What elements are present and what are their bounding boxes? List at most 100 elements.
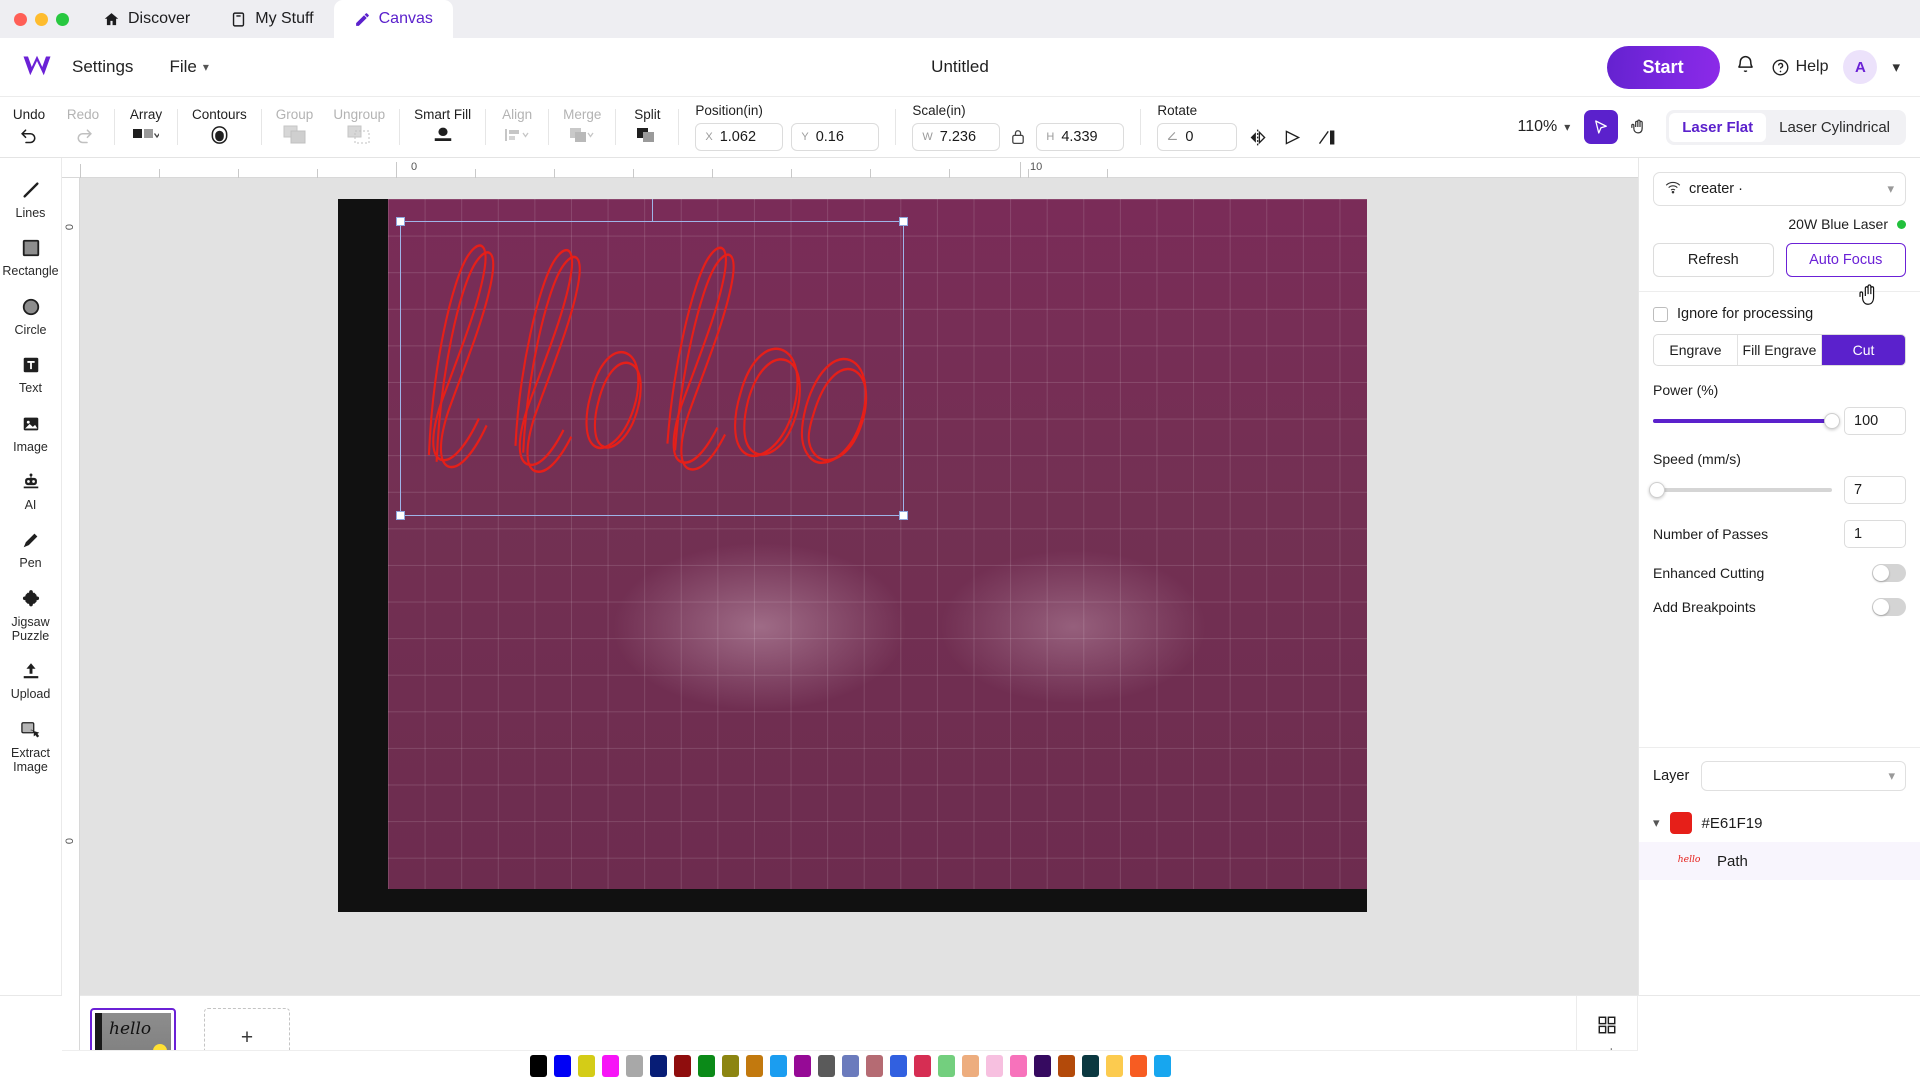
color-swatch[interactable] <box>913 1054 931 1077</box>
power-slider[interactable] <box>1653 413 1840 429</box>
flip-vertical-icon[interactable] <box>1279 124 1305 150</box>
close-window-button[interactable] <box>14 13 27 26</box>
color-swatch[interactable] <box>961 1054 979 1077</box>
tool-upload[interactable]: Upload <box>0 653 62 709</box>
flip-horizontal-icon[interactable] <box>1245 124 1271 150</box>
tool-ai[interactable]: AI <box>0 464 62 520</box>
tab-discover[interactable]: Discover <box>83 0 210 38</box>
notification-bell-icon[interactable] <box>1735 54 1756 80</box>
minimize-window-button[interactable] <box>35 13 48 26</box>
color-swatch[interactable] <box>985 1054 1003 1077</box>
lock-icon[interactable] <box>1008 128 1028 146</box>
ignore-processing-checkbox[interactable] <box>1653 306 1668 322</box>
color-swatch[interactable] <box>745 1054 763 1077</box>
layer-color-group[interactable]: ▾ #E61F19 <box>1639 804 1920 842</box>
tab-my-stuff[interactable]: My Stuff <box>210 0 333 38</box>
auto-focus-button[interactable]: Auto Focus <box>1785 243 1906 277</box>
tab-laser-cylindrical[interactable]: Laser Cylindrical <box>1766 113 1903 142</box>
color-swatch[interactable] <box>865 1054 883 1077</box>
artwork-hello-path[interactable] <box>402 227 902 512</box>
layer-color-swatch[interactable] <box>1669 812 1692 834</box>
mode-cut[interactable]: Cut <box>1822 335 1905 365</box>
color-swatch[interactable] <box>577 1054 595 1077</box>
pencil-icon <box>354 11 371 28</box>
color-swatch[interactable] <box>841 1054 859 1077</box>
layer-expand-chevron-down-icon[interactable]: ▾ <box>1653 815 1660 831</box>
toolbar-split[interactable]: Split <box>620 97 674 157</box>
color-swatch[interactable] <box>793 1054 811 1077</box>
color-swatch[interactable] <box>721 1054 739 1077</box>
color-swatch[interactable] <box>625 1054 643 1077</box>
mode-engrave[interactable]: Engrave <box>1654 335 1738 365</box>
color-swatch[interactable] <box>1105 1054 1123 1077</box>
passes-input[interactable]: 1 <box>1844 520 1906 548</box>
machine-name: creater · <box>1689 181 1743 197</box>
toolbar-undo[interactable]: Undo <box>2 97 56 157</box>
rotate-input[interactable]: 0 <box>1157 123 1238 151</box>
mode-fill-engrave[interactable]: Fill Engrave <box>1738 335 1822 365</box>
speed-input[interactable]: 7 <box>1844 476 1906 504</box>
position-y-input[interactable]: Y 0.16 <box>791 123 880 151</box>
toolbar-smart-fill[interactable]: Smart Fill <box>404 97 481 157</box>
tab-canvas[interactable]: Canvas <box>333 0 453 38</box>
speed-slider[interactable] <box>1648 482 1832 498</box>
tool-pen[interactable]: Pen <box>0 522 62 578</box>
menu-settings[interactable]: Settings <box>54 57 151 77</box>
color-palette[interactable] <box>62 1050 1638 1080</box>
refresh-button[interactable]: Refresh <box>1653 243 1774 277</box>
tool-jigsaw-puzzle[interactable]: Jigsaw Puzzle <box>0 581 62 652</box>
tool-lines[interactable]: Lines <box>0 172 62 228</box>
toolbar-array[interactable]: Array <box>119 97 173 157</box>
color-swatch[interactable] <box>1009 1054 1027 1077</box>
ignore-processing-row[interactable]: Ignore for processing <box>1639 292 1920 322</box>
color-swatch[interactable] <box>601 1054 619 1077</box>
tool-image[interactable]: Image <box>0 406 62 462</box>
color-swatch[interactable] <box>937 1054 955 1077</box>
tool-extract-image[interactable]: Extract Image <box>0 712 62 783</box>
canvas-stage[interactable] <box>80 178 1638 1080</box>
vertical-ruler[interactable]: 0 0 <box>62 178 80 1080</box>
toolbar-contours[interactable]: Contours <box>182 97 257 157</box>
scale-height-input[interactable]: H 4.339 <box>1036 123 1125 151</box>
add-breakpoints-toggle[interactable] <box>1872 598 1906 616</box>
color-swatch[interactable] <box>1153 1054 1171 1077</box>
user-avatar[interactable]: A <box>1843 50 1878 84</box>
help-button[interactable]: Help <box>1771 58 1828 77</box>
color-swatch[interactable] <box>649 1054 667 1077</box>
color-swatch[interactable] <box>673 1054 691 1077</box>
machine-selector[interactable]: creater · ▾ <box>1653 172 1906 206</box>
menu-file[interactable]: File ▾ <box>151 57 226 77</box>
wecreat-logo-icon[interactable] <box>20 50 54 84</box>
color-swatch[interactable] <box>1033 1054 1051 1077</box>
layer-object-path[interactable]: hello Path <box>1639 842 1920 880</box>
zoom-control[interactable]: 110% ▾ <box>1503 97 1584 157</box>
account-chevron-down-icon[interactable]: ▾ <box>1892 58 1900 76</box>
laser-bed[interactable] <box>338 199 1367 912</box>
scale-width-input[interactable]: W 7.236 <box>912 123 1001 151</box>
enhanced-cutting-toggle[interactable] <box>1872 564 1906 582</box>
mirror-icon[interactable] <box>1313 124 1339 150</box>
color-swatch[interactable] <box>697 1054 715 1077</box>
horizontal-ruler[interactable]: 0 10 20 <box>62 158 1638 178</box>
canvas-area[interactable]: 0 10 20 0 0 <box>62 158 1638 1080</box>
power-input[interactable]: 100 <box>1844 407 1906 435</box>
select-tool-button[interactable] <box>1584 110 1619 144</box>
tool-text[interactable]: Text <box>0 347 62 403</box>
color-swatch[interactable] <box>769 1054 787 1077</box>
layer-select[interactable]: ▾ <box>1701 761 1906 791</box>
start-button[interactable]: Start <box>1606 45 1720 89</box>
smart-fill-icon <box>432 124 454 146</box>
maximize-window-button[interactable] <box>56 13 69 26</box>
position-x-input[interactable]: X 1.062 <box>695 123 784 151</box>
color-swatch[interactable] <box>1129 1054 1147 1077</box>
color-swatch[interactable] <box>889 1054 907 1077</box>
tool-circle[interactable]: Circle <box>0 289 62 345</box>
color-swatch[interactable] <box>553 1054 571 1077</box>
tool-rectangle[interactable]: Rectangle <box>0 230 62 286</box>
color-swatch[interactable] <box>1057 1054 1075 1077</box>
color-swatch[interactable] <box>1081 1054 1099 1077</box>
color-swatch[interactable] <box>529 1054 547 1077</box>
pan-tool-button[interactable] <box>1624 112 1654 142</box>
tab-laser-flat[interactable]: Laser Flat <box>1669 112 1767 142</box>
color-swatch[interactable] <box>817 1054 835 1077</box>
